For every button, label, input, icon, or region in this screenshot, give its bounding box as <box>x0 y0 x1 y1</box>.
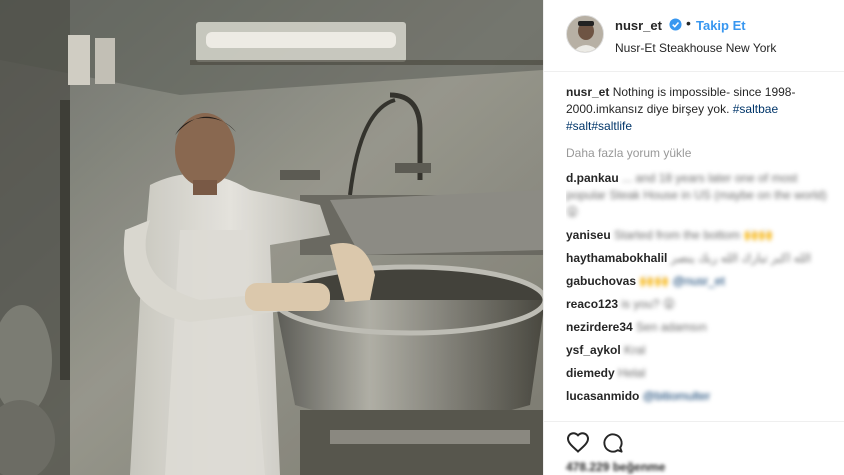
comment-username[interactable]: reaco123 <box>566 297 618 311</box>
comment-username[interactable]: nezirdere34 <box>566 320 633 334</box>
comment-item: haythamabokhalil الله اكبر تبارك الله رب… <box>566 250 831 267</box>
avatar[interactable] <box>566 15 604 53</box>
hashtag-saltlife[interactable]: #saltlife <box>591 119 632 133</box>
username-link[interactable]: nusr_et <box>615 18 662 33</box>
comment-username[interactable]: d.pankau <box>566 171 619 185</box>
comment-username[interactable]: ysf_aykol <box>566 343 621 357</box>
comment-item: nezirdere34 Sen adamsın <box>566 319 831 336</box>
comment-item: d.pankau ... and 18 years later one of m… <box>566 170 831 221</box>
location-link[interactable]: Nusr-Et Steakhouse New York <box>615 41 776 55</box>
comment-text: الله اكبر تبارك الله ربك ينصر <box>670 251 812 265</box>
hashtag-salt[interactable]: #salt <box>566 119 591 133</box>
comment-username[interactable]: diemedy <box>566 366 615 380</box>
post-photo[interactable] <box>0 0 543 475</box>
caption-username[interactable]: nusr_et <box>566 85 609 99</box>
comment-text: Helal <box>618 366 646 380</box>
post-actions: 478.229 beğenme <box>544 421 844 475</box>
comment-username[interactable]: lucasanmido <box>566 389 639 403</box>
comment-item: diemedy Helal <box>566 365 831 382</box>
comment-text: Started from the bottom 🙌🙌 <box>614 228 774 242</box>
avatar-image <box>567 16 603 52</box>
post-caption: nusr_et Nothing is impossible- since 199… <box>566 84 831 135</box>
comment-item: yaniseu Started from the bottom 🙌🙌 <box>566 227 831 244</box>
comment-username[interactable]: yaniseu <box>566 228 611 242</box>
post-header: nusr_et • Takip Et Nusr-Et Steakhouse Ne… <box>544 0 844 72</box>
post-side-panel: nusr_et • Takip Et Nusr-Et Steakhouse Ne… <box>543 0 844 475</box>
comment-text: is you? 😮 <box>621 297 676 311</box>
comments-section[interactable]: nusr_et Nothing is impossible- since 199… <box>566 84 831 424</box>
comment-item: lucasanmido @bitiomulter <box>566 388 831 405</box>
comment-text: 🙌🙌 @nusr_et <box>639 274 725 288</box>
separator-dot: • <box>686 15 691 31</box>
load-more-comments-link[interactable]: Daha fazla yorum yükle <box>566 145 831 162</box>
verified-badge-icon <box>669 18 682 31</box>
likes-count[interactable]: 478.229 beğenme <box>566 460 665 474</box>
kitchen-photo-illustration <box>0 0 543 475</box>
hashtag-saltbae[interactable]: #saltbae <box>733 102 778 116</box>
heart-icon[interactable] <box>566 431 590 453</box>
comment-text: Kral <box>624 343 646 357</box>
comment-bubble-icon[interactable] <box>601 431 624 454</box>
comment-text: @bitiomulter <box>642 389 711 403</box>
comment-item: reaco123 is you? 😮 <box>566 296 831 313</box>
comment-username[interactable]: gabuchovas <box>566 274 636 288</box>
follow-button[interactable]: Takip Et <box>696 18 746 33</box>
comment-username[interactable]: haythamabokhalil <box>566 251 667 265</box>
comment-item: gabuchovas 🙌🙌 @nusr_et <box>566 273 831 290</box>
comment-text: Sen adamsın <box>636 320 707 334</box>
comment-item: ysf_aykol Kral <box>566 342 831 359</box>
